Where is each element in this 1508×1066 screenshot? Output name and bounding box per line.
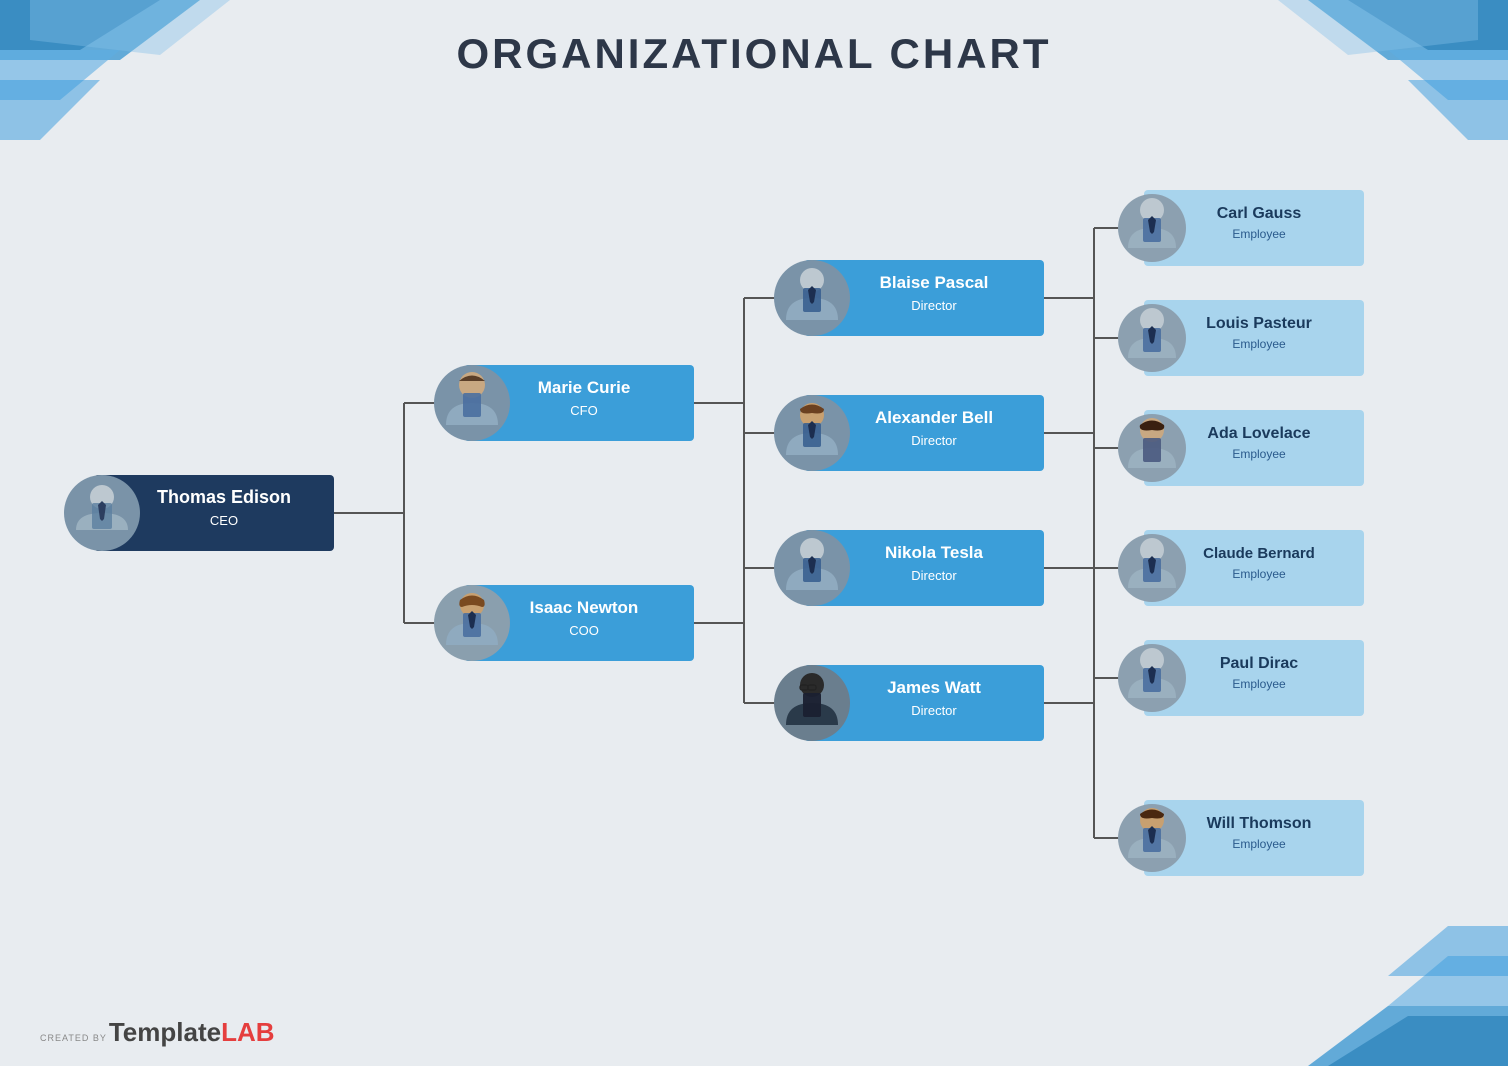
footer-template: Template: [109, 1017, 221, 1048]
svg-text:Director: Director: [911, 703, 957, 718]
svg-text:CFO: CFO: [570, 403, 597, 418]
emp-louis-pasteur: Louis Pasteur Employee: [1118, 300, 1364, 376]
svg-text:Alexander Bell: Alexander Bell: [875, 408, 993, 427]
dir-nikola-tesla: Nikola Tesla Director: [774, 530, 1044, 606]
svg-text:Louis Pasteur: Louis Pasteur: [1206, 315, 1312, 332]
svg-text:Carl Gauss: Carl Gauss: [1217, 205, 1302, 222]
dir-alexander-bell: Alexander Bell Director: [774, 395, 1044, 471]
svg-text:Employee: Employee: [1232, 337, 1286, 351]
svg-text:Nikola Tesla: Nikola Tesla: [885, 543, 983, 562]
svg-text:COO: COO: [569, 623, 599, 638]
emp-will-thomson: Will Thomson Employee: [1118, 800, 1364, 876]
org-chart-svg: Thomas Edison CEO Marie Curie CFO: [34, 123, 1474, 983]
svg-text:Employee: Employee: [1232, 567, 1286, 581]
svg-text:Ada Lovelace: Ada Lovelace: [1207, 425, 1310, 442]
svg-text:Employee: Employee: [1232, 837, 1286, 851]
vp-isaac-newton: Isaac Newton COO: [434, 585, 694, 661]
svg-text:Director: Director: [911, 568, 957, 583]
emp-ada-lovelace: Ada Lovelace Employee: [1118, 410, 1364, 486]
svg-text:Director: Director: [911, 433, 957, 448]
svg-text:Paul Dirac: Paul Dirac: [1220, 655, 1298, 672]
vp-marie-curie: Marie Curie CFO: [434, 365, 694, 441]
svg-text:Isaac Newton: Isaac Newton: [530, 598, 639, 617]
svg-text:Director: Director: [911, 298, 957, 313]
svg-text:Thomas Edison: Thomas Edison: [157, 487, 291, 507]
svg-text:Employee: Employee: [1232, 677, 1286, 691]
dir-james-watt: James Watt Director: [774, 665, 1044, 741]
svg-text:Blaise Pascal: Blaise Pascal: [880, 273, 989, 292]
emp-carl-gauss: Carl Gauss Employee: [1118, 190, 1364, 266]
svg-text:Will Thomson: Will Thomson: [1207, 815, 1312, 832]
svg-text:Employee: Employee: [1232, 227, 1286, 241]
footer-created-by: CREATED BY: [40, 1034, 107, 1043]
dir-blaise-pascal: Blaise Pascal Director: [774, 260, 1044, 336]
emp-claude-bernard: Claude Bernard Employee: [1118, 530, 1364, 606]
svg-text:James Watt: James Watt: [887, 678, 981, 697]
svg-text:Marie Curie: Marie Curie: [538, 378, 631, 397]
org-chart: Thomas Edison CEO Marie Curie CFO: [30, 120, 1478, 986]
page-title: ORGANIZATIONAL CHART: [0, 30, 1508, 78]
ceo-node: Thomas Edison CEO: [64, 475, 334, 551]
svg-text:Claude Bernard: Claude Bernard: [1203, 545, 1315, 562]
svg-text:Employee: Employee: [1232, 447, 1286, 461]
emp-paul-dirac: Paul Dirac Employee: [1118, 640, 1364, 716]
footer-lab: LAB: [221, 1017, 274, 1048]
svg-text:CEO: CEO: [210, 513, 238, 528]
footer: CREATED BY Template LAB: [40, 1017, 275, 1048]
